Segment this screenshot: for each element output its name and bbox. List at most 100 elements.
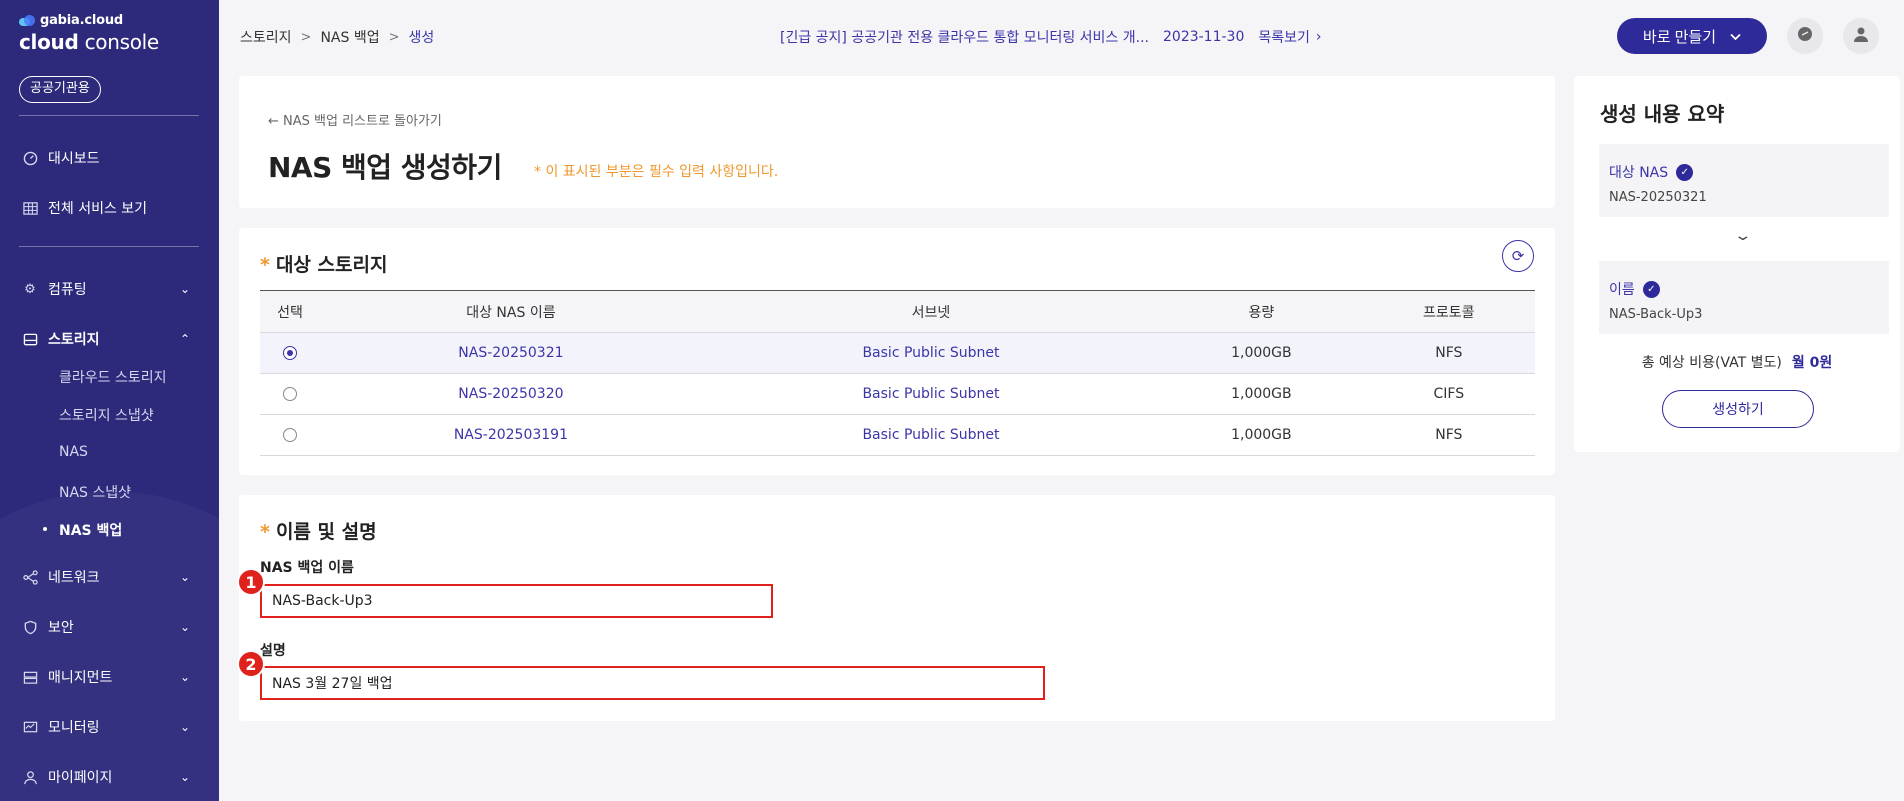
section-title-text: 이름 및 설명 bbox=[275, 521, 377, 543]
monitor-icon bbox=[22, 719, 38, 735]
protocol-cell: NFS bbox=[1362, 414, 1535, 456]
sidebar-item-label: 네트워크 bbox=[48, 570, 100, 586]
sidebar-subitem-nas-snapshot[interactable]: NAS 스냅샷 bbox=[59, 482, 131, 502]
chevron-right-icon: › bbox=[1315, 29, 1322, 45]
summary-target-box: 대상 NAS ✓ NAS-20250321 bbox=[1599, 144, 1889, 217]
brand-big-suffix: console bbox=[84, 30, 160, 54]
section-title-text: 대상 스토리지 bbox=[275, 254, 388, 276]
chevron-right-icon: > bbox=[300, 29, 312, 45]
dashboard-icon bbox=[22, 150, 38, 166]
subnet-cell[interactable]: Basic Public Subnet bbox=[701, 414, 1161, 456]
network-icon bbox=[22, 569, 38, 585]
column-header: 서브넷 bbox=[701, 290, 1161, 333]
sidebar-subitem-storage-snapshot[interactable]: 스토리지 스냅샷 bbox=[59, 405, 154, 425]
sidebar-item-monitoring[interactable]: 모니터링 ⌄ bbox=[22, 717, 190, 737]
required-note: * 이 표시된 부분은 필수 입력 사항입니다. bbox=[534, 164, 779, 180]
breadcrumb-storage[interactable]: 스토리지 bbox=[240, 27, 292, 47]
sidebar-subitem-cloud-storage[interactable]: 클라우드 스토리지 bbox=[59, 367, 167, 387]
size-cell: 1,000GB bbox=[1160, 332, 1363, 374]
nas-name-cell[interactable]: NAS-20250321 bbox=[320, 332, 702, 374]
sidebar-divider bbox=[19, 246, 199, 247]
summary-name-label: 이름 ✓ bbox=[1609, 279, 1660, 299]
breadcrumb-current: 생성 bbox=[408, 30, 435, 46]
summary-name-box: 이름 ✓ NAS-Back-Up3 bbox=[1599, 261, 1889, 334]
sidebar-item-dashboard[interactable]: 대시보드 bbox=[22, 148, 100, 168]
summary-target-value: NAS-20250321 bbox=[1609, 190, 1707, 205]
cloud-logo-icon bbox=[19, 15, 36, 26]
select-cell[interactable] bbox=[260, 414, 320, 456]
chevron-right-icon: > bbox=[388, 29, 400, 45]
sidebar-item-label: 컴퓨팅 bbox=[48, 282, 87, 298]
backup-name-input[interactable] bbox=[260, 584, 773, 618]
sidebar-subitem-nas[interactable]: NAS bbox=[59, 444, 88, 460]
chevron-down-icon: ⌄ bbox=[180, 720, 191, 734]
quick-create-label: 바로 만들기 bbox=[1642, 28, 1717, 46]
nas-table: 선택 대상 NAS 이름 서브넷 용량 프로토콜 NAS-20250321 Ba… bbox=[260, 290, 1535, 456]
select-cell[interactable] bbox=[260, 332, 320, 374]
description-input[interactable] bbox=[260, 666, 1045, 700]
protocol-cell: CIFS bbox=[1362, 373, 1535, 415]
chevron-down-icon: ⌄ bbox=[180, 620, 191, 634]
sidebar-divider bbox=[19, 115, 199, 116]
annotation-marker-2: 2 bbox=[237, 650, 265, 678]
nas-name-cell[interactable]: NAS-202503191 bbox=[320, 414, 702, 456]
sidebar-item-all-services[interactable]: 전체 서비스 보기 bbox=[22, 198, 147, 218]
table-row[interactable]: NAS-20250321 Basic Public Subnet 1,000GB… bbox=[260, 332, 1535, 374]
sidebar-item-computing[interactable]: ⚙ 컴퓨팅 ⌄ bbox=[22, 279, 190, 299]
summary-name-value: NAS-Back-Up3 bbox=[1609, 307, 1703, 322]
total-cost-label: 총 예상 비용(VAT 별도) bbox=[1641, 355, 1782, 371]
table-row[interactable]: NAS-202503191 Basic Public Subnet 1,000G… bbox=[260, 414, 1535, 456]
storage-icon bbox=[22, 331, 38, 347]
sidebar-item-management[interactable]: 매니지먼트 ⌄ bbox=[22, 667, 190, 687]
subnet-cell[interactable]: Basic Public Subnet bbox=[701, 332, 1161, 374]
column-header: 용량 bbox=[1160, 290, 1363, 333]
sidebar-item-security[interactable]: 보안 ⌄ bbox=[22, 617, 190, 637]
notice-text[interactable]: [긴급 공지] 공공기관 전용 클라우드 통합 모니터링 서비스 개... bbox=[780, 27, 1149, 47]
chevron-down-icon: ⌄ bbox=[180, 570, 191, 584]
sidebar-item-mypage[interactable]: 마이페이지 ⌄ bbox=[22, 767, 190, 787]
sidebar-subitem-nas-backup[interactable]: NAS 백업 bbox=[42, 520, 122, 540]
sidebar-item-label: 모니터링 bbox=[48, 720, 100, 736]
description-label: 설명 bbox=[260, 643, 286, 659]
back-to-list-link[interactable]: ← NAS 백업 리스트로 돌아가기 bbox=[268, 110, 442, 129]
create-button[interactable]: 생성하기 bbox=[1662, 390, 1814, 428]
check-icon: ✓ bbox=[1642, 280, 1660, 298]
summary-name-label-text: 이름 bbox=[1609, 282, 1635, 298]
notice-banner: [긴급 공지] 공공기관 전용 클라우드 통합 모니터링 서비스 개... 20… bbox=[780, 27, 1322, 47]
breadcrumb-nas-backup[interactable]: NAS 백업 bbox=[320, 27, 379, 47]
page-title: NAS 백업 생성하기 bbox=[268, 151, 502, 184]
sidebar-item-network[interactable]: 네트워크 ⌄ bbox=[22, 567, 190, 587]
section-title: * 이름 및 설명 bbox=[260, 521, 377, 543]
sidebar-item-storage[interactable]: 스토리지 ⌃ bbox=[22, 329, 190, 349]
radio-button[interactable] bbox=[283, 346, 297, 360]
sidebar-item-label: 스토리지 bbox=[48, 332, 100, 348]
refresh-icon: ⟳ bbox=[1511, 247, 1525, 265]
server-icon bbox=[22, 669, 38, 685]
column-header: 프로토콜 bbox=[1362, 290, 1535, 333]
table-header-row: 선택 대상 NAS 이름 서브넷 용량 프로토콜 bbox=[260, 290, 1535, 333]
select-cell[interactable] bbox=[260, 373, 320, 415]
chevron-down-icon: ⌄ bbox=[180, 282, 191, 296]
chat-icon bbox=[1796, 25, 1814, 47]
profile-button[interactable] bbox=[1843, 18, 1879, 54]
gear-icon: ⚙ bbox=[24, 281, 36, 297]
radio-button[interactable] bbox=[283, 428, 297, 442]
notice-list-link[interactable]: 목록보기 › bbox=[1258, 27, 1321, 47]
brand-big-prefix: cloud bbox=[19, 30, 79, 54]
chevron-up-icon: ⌃ bbox=[180, 332, 191, 346]
radio-button[interactable] bbox=[283, 387, 297, 401]
table-row[interactable]: NAS-20250320 Basic Public Subnet 1,000GB… bbox=[260, 373, 1535, 415]
chevron-down-icon: ⌄ bbox=[180, 770, 191, 784]
brand-logo[interactable]: gabia.cloud cloud console bbox=[19, 13, 159, 54]
quick-create-button[interactable]: 바로 만들기 bbox=[1617, 18, 1767, 54]
total-cost: 총 예상 비용(VAT 별도) 월 0원 bbox=[1574, 352, 1900, 372]
name-description-card: *이름 및 설명 NAS 백업 이름 설명 1 2 bbox=[237, 495, 1555, 721]
check-icon: ✓ bbox=[1676, 163, 1694, 181]
summary-target-label-text: 대상 NAS bbox=[1609, 165, 1669, 181]
chevron-down-icon: ⌄ bbox=[180, 670, 191, 684]
chat-button[interactable] bbox=[1787, 18, 1823, 54]
column-header: 선택 bbox=[260, 290, 320, 333]
subnet-cell[interactable]: Basic Public Subnet bbox=[701, 373, 1161, 415]
refresh-button[interactable]: ⟳ bbox=[1502, 240, 1534, 272]
nas-name-cell[interactable]: NAS-20250320 bbox=[320, 373, 702, 415]
